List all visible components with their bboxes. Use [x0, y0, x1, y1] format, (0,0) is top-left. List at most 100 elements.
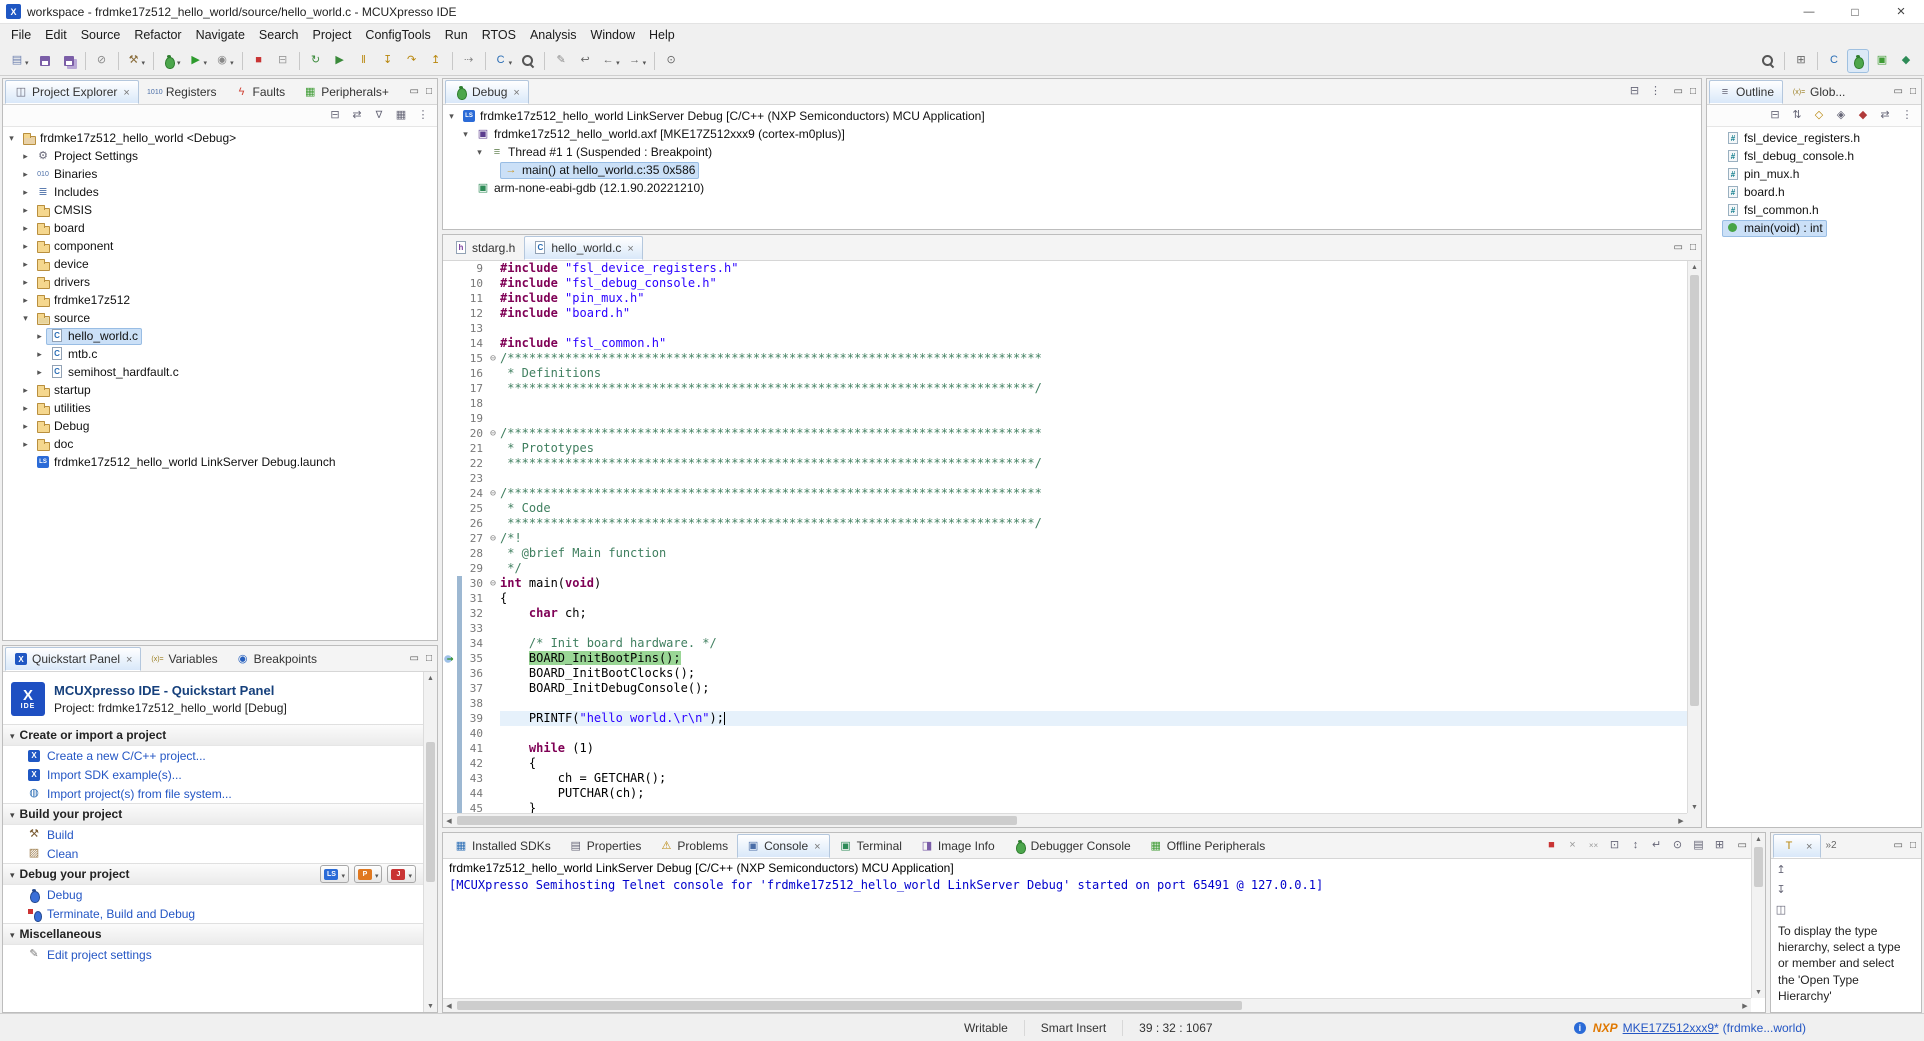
- menu-file[interactable]: File: [4, 26, 38, 44]
- tab-breakpoints[interactable]: ◉Breakpoints: [227, 647, 326, 671]
- line-number[interactable]: 34: [462, 636, 486, 651]
- expander-icon[interactable]: [19, 223, 32, 234]
- remove-launch-button[interactable]: ×: [1566, 839, 1580, 853]
- section-header-create-or-import-a-project[interactable]: Create or import a project: [3, 724, 423, 746]
- tree-item-utilities[interactable]: utilities: [3, 399, 437, 417]
- link-editor-button[interactable]: ⇄: [1878, 109, 1892, 123]
- tab-close-icon[interactable]: [511, 85, 519, 99]
- line-number[interactable]: 11: [462, 291, 486, 306]
- tab-close-icon[interactable]: [625, 241, 633, 255]
- section-collapse-icon[interactable]: [10, 728, 15, 742]
- tab-quickstart-panel[interactable]: Quickstart Panel: [5, 647, 141, 671]
- resume-button[interactable]: ▶: [329, 49, 351, 73]
- editor-vertical-scrollbar[interactable]: [1687, 261, 1701, 813]
- code-line-33[interactable]: 33: [443, 621, 1687, 636]
- step-over-button[interactable]: ↷: [401, 49, 423, 73]
- open-perspective-button[interactable]: ⊞: [1790, 49, 1812, 73]
- section-header-miscellaneous[interactable]: Miscellaneous: [3, 923, 423, 945]
- line-number[interactable]: 39: [462, 711, 486, 726]
- tree-item-includes[interactable]: ≣Includes: [3, 183, 437, 201]
- tree-item-frdmke17z512-hello-world-linkserver-debug-launch[interactable]: frdmke17z512_hello_world LinkServer Debu…: [3, 453, 437, 471]
- tree-item-main-void-int[interactable]: main(void) : int: [1707, 219, 1921, 237]
- build-button[interactable]: ⚒: [124, 49, 149, 73]
- tab-image-info[interactable]: ◨Image Info: [911, 834, 1004, 858]
- menu-rtos[interactable]: RTOS: [475, 26, 523, 44]
- tree-item-startup[interactable]: startup: [3, 381, 437, 399]
- cpp-perspective-button[interactable]: C: [1823, 49, 1845, 73]
- code-line-41[interactable]: 41 while (1): [443, 741, 1687, 756]
- quickstart-debug[interactable]: Debug: [3, 885, 423, 904]
- code-line-14[interactable]: 14#include "fsl_common.h": [443, 336, 1687, 351]
- code-line-45[interactable]: 45 }: [443, 801, 1687, 813]
- scroll-up-icon[interactable]: [1688, 261, 1701, 273]
- line-number[interactable]: 40: [462, 726, 486, 741]
- minimize-view-button[interactable]: [410, 86, 419, 97]
- code-line-16[interactable]: 16 * Definitions: [443, 366, 1687, 381]
- tree-item-main-at-hello-world-c-35-0x586[interactable]: →main() at hello_world.c:35 0x586: [443, 161, 1701, 179]
- console-output[interactable]: frdmke17z512_hello_world LinkServer Debu…: [443, 859, 1765, 1012]
- collapse-all-button[interactable]: ⊟: [1628, 85, 1642, 99]
- expander-icon[interactable]: [19, 187, 32, 198]
- fold-marker-icon[interactable]: [486, 486, 500, 501]
- code-line-30[interactable]: 30int main(void): [443, 576, 1687, 591]
- minimize-view-button[interactable]: [1738, 840, 1747, 851]
- line-number[interactable]: 43: [462, 771, 486, 786]
- quickstart-scrollbar[interactable]: [423, 672, 437, 1012]
- tree-item-board-h[interactable]: board.h: [1707, 183, 1921, 201]
- line-number[interactable]: 36: [462, 666, 486, 681]
- link-editor-button[interactable]: ⇄: [350, 109, 364, 123]
- scroll-up-icon[interactable]: [1752, 833, 1765, 845]
- scroll-right-icon[interactable]: [1675, 814, 1687, 827]
- tree-item-frdmke17z512-hello-world-axf-mke17z512xxx9-corte[interactable]: ▣frdmke17z512_hello_world.axf [MKE17Z512…: [443, 125, 1701, 143]
- maximize-view-button[interactable]: [426, 86, 432, 97]
- tree-item-device[interactable]: device: [3, 255, 437, 273]
- tab-project-explorer[interactable]: ◫Project Explorer: [5, 80, 139, 104]
- tab-properties[interactable]: ▤Properties: [560, 834, 651, 858]
- maximize-window-button[interactable]: [1832, 0, 1878, 23]
- section-collapse-icon[interactable]: [10, 867, 15, 881]
- code-line-12[interactable]: 12#include "board.h": [443, 306, 1687, 321]
- line-number[interactable]: 12: [462, 306, 486, 321]
- scrollbar-thumb[interactable]: [457, 1001, 1242, 1010]
- code-line-21[interactable]: 21 * Prototypes: [443, 441, 1687, 456]
- scroll-up-icon[interactable]: [424, 672, 437, 684]
- tab-variables[interactable]: (x)=Variables: [141, 647, 226, 671]
- line-number[interactable]: 17: [462, 381, 486, 396]
- line-number[interactable]: 24: [462, 486, 486, 501]
- debug-probe-ls-button[interactable]: LS: [320, 865, 349, 883]
- sub-types-button[interactable]: ↧: [1774, 883, 1790, 897]
- code-line-37[interactable]: 37 BOARD_InitDebugConsole();: [443, 681, 1687, 696]
- device-info-icon[interactable]: [1573, 1021, 1587, 1035]
- code-line-44[interactable]: 44 PUTCHAR(ch);: [443, 786, 1687, 801]
- tab-glob[interactable]: (x)=Glob...: [1783, 80, 1854, 104]
- code-line-42[interactable]: 42 {: [443, 756, 1687, 771]
- quickstart-clean[interactable]: ▨Clean: [3, 844, 423, 863]
- fold-marker-icon[interactable]: [486, 426, 500, 441]
- step-return-button[interactable]: ↥: [425, 49, 447, 73]
- line-number[interactable]: 44: [462, 786, 486, 801]
- tab-offline-peripherals[interactable]: ▦Offline Peripherals: [1140, 834, 1275, 858]
- tab-console[interactable]: ▣Console: [737, 834, 829, 858]
- line-number[interactable]: 31: [462, 591, 486, 606]
- menu-window[interactable]: Window: [584, 26, 642, 44]
- expander-icon[interactable]: [19, 241, 32, 252]
- expander-icon[interactable]: [19, 277, 32, 288]
- collapse-all-button[interactable]: ⊟: [328, 109, 342, 123]
- expander-icon[interactable]: [33, 331, 46, 342]
- line-number[interactable]: 30: [462, 576, 486, 591]
- line-number[interactable]: 26: [462, 516, 486, 531]
- tree-item-source[interactable]: source: [3, 309, 437, 327]
- scroll-right-icon[interactable]: [1739, 999, 1751, 1012]
- new-c-file-button[interactable]: C: [491, 49, 516, 73]
- expander-icon[interactable]: [19, 403, 32, 414]
- word-wrap-button[interactable]: ↵: [1650, 839, 1664, 853]
- minimize-view-button[interactable]: [1674, 86, 1683, 97]
- maximize-view-button[interactable]: [1910, 840, 1916, 851]
- menu-help[interactable]: Help: [642, 26, 682, 44]
- code-line-13[interactable]: 13: [443, 321, 1687, 336]
- device-link[interactable]: MKE17Z512xxx9*: [1623, 1021, 1719, 1035]
- line-number[interactable]: 33: [462, 621, 486, 636]
- line-number[interactable]: 28: [462, 546, 486, 561]
- view-menu-button[interactable]: ⋮: [1649, 85, 1663, 99]
- scroll-down-icon[interactable]: [1688, 801, 1701, 813]
